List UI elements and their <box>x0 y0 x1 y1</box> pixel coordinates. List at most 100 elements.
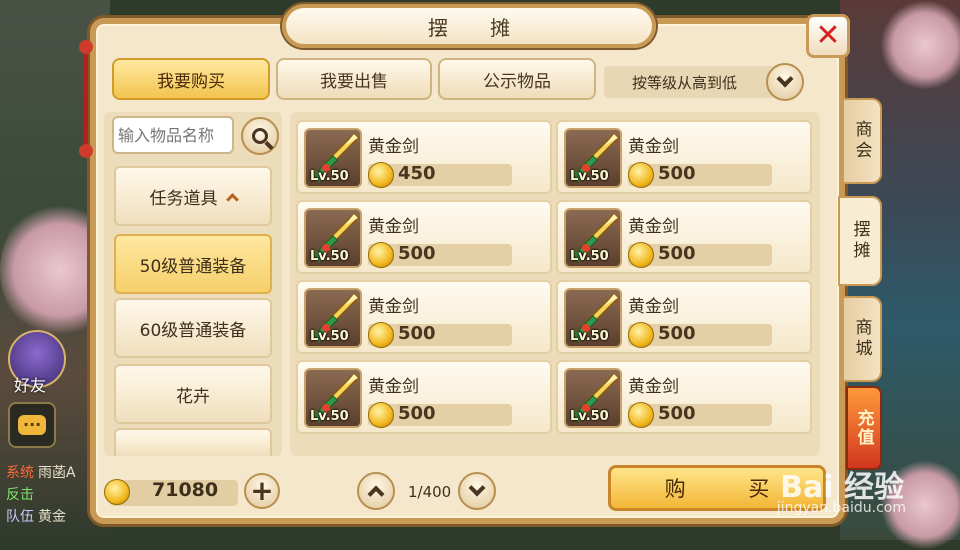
sword-icon: Lv.50 <box>304 208 362 268</box>
item-price: 500 <box>658 243 696 264</box>
item-name: 黄金剑 <box>628 137 679 157</box>
search-input[interactable] <box>112 116 234 154</box>
gold-coin-icon <box>368 242 394 268</box>
price-bar: 500 <box>628 322 772 348</box>
item-level: Lv.50 <box>570 169 609 184</box>
item-price: 500 <box>398 243 436 264</box>
side-tab-mall[interactable]: 商城 <box>842 296 882 382</box>
item-card[interactable]: Lv.50 黄金剑 500 <box>556 200 812 274</box>
chat-text: 黄金 <box>38 509 66 525</box>
price-bar: 500 <box>368 402 512 428</box>
item-level: Lv.50 <box>310 249 349 264</box>
close-icon: ✕ <box>815 18 841 53</box>
item-name: 黄金剑 <box>628 217 679 237</box>
item-price: 450 <box>398 163 436 184</box>
page-indicator: 1/400 <box>408 483 452 501</box>
tab-sell[interactable]: 我要出售 <box>276 58 432 100</box>
side-tab-guild-shop[interactable]: 商会 <box>842 98 882 184</box>
gold-coin-icon <box>628 402 654 428</box>
category-lv50-equipment[interactable]: 50级普通装备 <box>114 234 272 294</box>
sword-icon: Lv.50 <box>564 368 622 428</box>
sword-icon: Lv.50 <box>564 208 622 268</box>
sword-icon: Lv.50 <box>304 128 362 188</box>
chat-tag: 队伍 <box>6 509 34 525</box>
chat-button[interactable] <box>8 402 56 448</box>
category-label: 60级普通装备 <box>139 320 247 341</box>
side-tab-stall[interactable]: 摆摊 <box>838 196 882 286</box>
sword-icon: Lv.50 <box>304 368 362 428</box>
wallet-amount: 71080 <box>152 479 219 501</box>
category-label: 50级普通装备 <box>139 256 247 277</box>
item-card[interactable]: Lv.50 黄金剑 500 <box>296 200 552 274</box>
chat-line: 队伍 黄金 <box>4 506 100 528</box>
item-card[interactable]: Lv.50 黄金剑 500 <box>296 280 552 354</box>
category-lv60-equipment[interactable]: 60级普通装备 <box>114 298 272 358</box>
item-price: 500 <box>398 403 436 424</box>
plus-icon: + <box>250 474 274 507</box>
gold-coin-icon <box>368 162 394 188</box>
chat-tag: 反击 <box>6 487 34 503</box>
item-level: Lv.50 <box>310 329 349 344</box>
chat-log: 系统 雨菡A 反击 队伍 黄金 <box>4 462 100 528</box>
item-level: Lv.50 <box>310 169 349 184</box>
category-label: 任务道具 <box>149 188 218 209</box>
item-card[interactable]: Lv.50 黄金剑 500 <box>556 360 812 434</box>
item-level: Lv.50 <box>310 409 349 424</box>
watermark-url: jingyan.baidu.com <box>776 500 906 516</box>
price-bar: 500 <box>368 242 512 268</box>
title-plaque: 摆 摊 <box>282 4 656 48</box>
chevron-down-icon <box>776 70 794 88</box>
category-label: 花卉 <box>176 386 210 407</box>
price-bar: 500 <box>368 322 512 348</box>
item-name: 黄金剑 <box>628 297 679 317</box>
item-name: 黄金剑 <box>628 377 679 397</box>
price-bar: 500 <box>628 162 772 188</box>
sort-select[interactable]: 按等级从高到低 <box>604 66 776 98</box>
window-title: 摆 摊 <box>427 15 529 40</box>
add-gold-button[interactable]: + <box>244 473 280 509</box>
close-button[interactable]: ✕ <box>806 14 850 58</box>
sword-icon: Lv.50 <box>304 288 362 348</box>
item-name: 黄金剑 <box>368 377 419 397</box>
gold-coin-icon <box>628 242 654 268</box>
item-level: Lv.50 <box>570 249 609 264</box>
sort-dropdown-button[interactable] <box>766 63 804 101</box>
item-price: 500 <box>658 163 696 184</box>
chat-tag: 系统 <box>6 465 34 481</box>
item-name: 黄金剑 <box>368 217 419 237</box>
page-down-button[interactable] <box>458 472 496 510</box>
blossom-tree <box>880 0 960 90</box>
page-up-button[interactable] <box>357 472 395 510</box>
price-bar: 500 <box>628 242 772 268</box>
search-icon <box>252 128 268 144</box>
chevron-up-icon <box>367 485 385 503</box>
category-flowers[interactable]: 花卉 <box>114 364 272 424</box>
chat-line: 系统 雨菡A <box>4 462 100 484</box>
gold-coin-icon <box>628 162 654 188</box>
item-name: 黄金剑 <box>368 297 419 317</box>
sword-icon: Lv.50 <box>564 128 622 188</box>
gold-coin-icon <box>368 322 394 348</box>
item-card[interactable]: Lv.50 黄金剑 500 <box>296 360 552 434</box>
item-card[interactable]: Lv.50 黄金剑 500 <box>556 120 812 194</box>
category-quest-items[interactable]: 任务道具 <box>114 166 272 226</box>
item-price: 500 <box>398 323 436 344</box>
item-name: 黄金剑 <box>368 137 419 157</box>
category-next[interactable] <box>114 428 272 456</box>
friend-label: 好友 <box>14 376 47 395</box>
recharge-button[interactable]: 充值 <box>846 386 882 470</box>
sort-label: 按等级从高到低 <box>632 73 738 92</box>
item-card[interactable]: Lv.50 黄金剑 500 <box>556 280 812 354</box>
gold-coin-icon <box>104 479 130 505</box>
price-bar: 450 <box>368 162 512 188</box>
search-button[interactable] <box>241 117 279 155</box>
item-card[interactable]: Lv.50 黄金剑 450 <box>296 120 552 194</box>
tab-public-items[interactable]: 公示物品 <box>438 58 596 100</box>
item-level: Lv.50 <box>570 329 609 344</box>
gold-coin-icon <box>628 322 654 348</box>
tab-buy[interactable]: 我要购买 <box>112 58 270 100</box>
chat-bubble-icon <box>18 411 46 435</box>
sword-icon: Lv.50 <box>564 288 622 348</box>
price-bar: 500 <box>628 402 772 428</box>
item-price: 500 <box>658 403 696 424</box>
